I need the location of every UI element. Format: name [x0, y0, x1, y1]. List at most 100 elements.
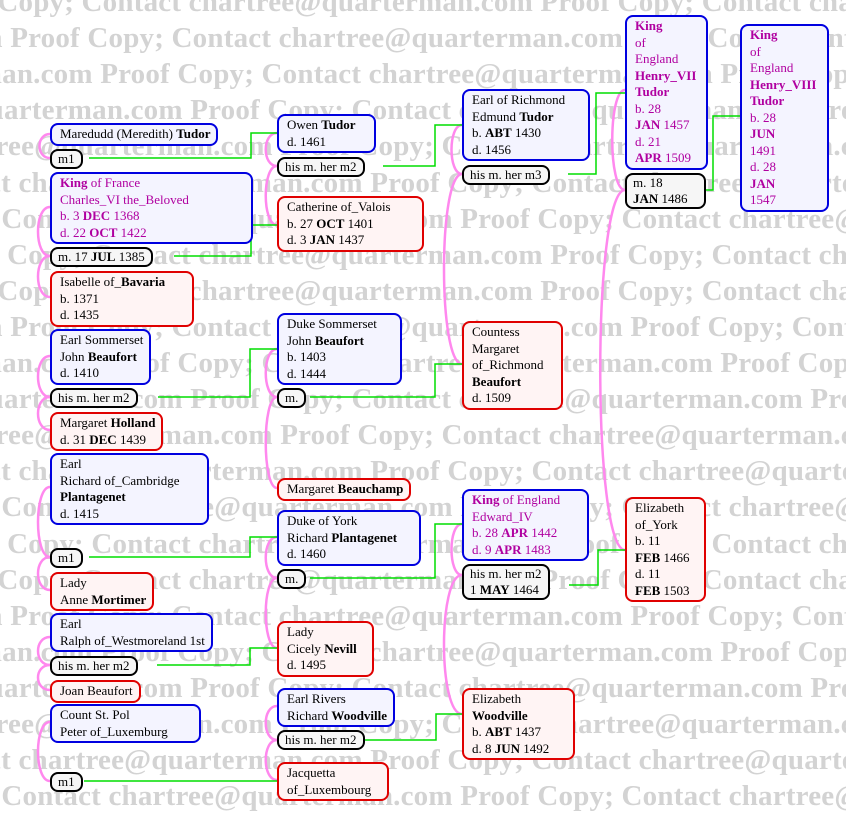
text-part: b. 28	[635, 100, 661, 116]
surname-or-keyword: Henry_VII	[635, 67, 697, 83]
text-part: Duke Sommerset	[287, 316, 377, 331]
person-elizabeth-york[interactable]: Elizabeth of_York b. 11 FEB 1466 d. 11 FEB 15…	[625, 497, 706, 602]
descent-link	[158, 348, 277, 398]
person-richard-cambridge[interactable]: Earl Richard of_Cambridge Plantagenet d. 14…	[50, 453, 209, 525]
text-part: Cicely	[287, 640, 325, 656]
text-part: 1466	[660, 549, 690, 565]
box-text-line: Owen Tudor	[287, 117, 368, 134]
text-part: Charles_VI the_Beloved	[60, 191, 189, 207]
box-text-line: b. 3 DEC 1368	[60, 208, 245, 225]
marriage-edward-elizabeth[interactable]: his m. her m2 1 MAY 1464	[462, 564, 550, 600]
box-text-line: Tudor	[635, 84, 700, 101]
surname-or-keyword: APR	[494, 541, 522, 557]
text-part: d. 1415	[60, 505, 99, 521]
box-text-line: d. 1410	[60, 365, 143, 382]
person-margaret-beaufort[interactable]: Countess Margaret of_Richmond Beaufort d. 15…	[462, 321, 563, 410]
box-text-line: Henry_VIII	[750, 77, 821, 94]
person-joan-beaufort[interactable]: Joan Beaufort	[50, 680, 141, 703]
text-part: d. 31	[60, 431, 90, 447]
surname-or-keyword: Beaufort	[314, 332, 364, 348]
person-edmund-tudor[interactable]: Earl of Richmond Edmund Tudor b. ABT 1430 d…	[462, 89, 590, 161]
person-henry-vii[interactable]: King of England Henry_VII Tudor b. 28 JAN 1457…	[625, 15, 708, 170]
marriage-beaufort-holland[interactable]: his m. her m2	[50, 388, 138, 408]
box-text-line: d. 11	[635, 566, 698, 583]
marriage-henry-elizabeth[interactable]: m. 18 JAN 1486	[625, 173, 706, 209]
text-part: d. 1460	[287, 546, 326, 561]
text-part: Margaret	[287, 481, 338, 496]
box-text-line: d. 3 JAN 1437	[287, 232, 416, 249]
text-part: Lady	[287, 624, 314, 639]
descent-link	[383, 124, 462, 167]
text-part: b. 1403	[287, 349, 326, 364]
person-owen-tudor[interactable]: Owen Tudor d. 1461	[277, 114, 376, 153]
surname-or-keyword: King	[635, 18, 663, 33]
box-text-line: Charles_VI the_Beloved	[60, 192, 245, 209]
spouse-link	[611, 88, 626, 192]
spouse-link	[442, 172, 463, 366]
person-margaret-beauchamp[interactable]: Margaret Beauchamp	[277, 478, 412, 501]
box-text-line: d. 1444	[287, 366, 394, 383]
text-part: b. 28	[750, 109, 776, 125]
text-part: Edmund	[472, 108, 520, 124]
box-text-line: Anne Mortimer	[60, 592, 146, 609]
marriage-owen-catherine[interactable]: his m. her m2	[277, 157, 365, 177]
person-elizabeth-woodville[interactable]: Elizabeth Woodville b. ABT 1437 d. 8 JUN 14…	[462, 688, 575, 760]
text-part: b. 3	[60, 208, 83, 223]
box-text-line: Earl Rivers	[287, 691, 387, 708]
surname-or-keyword: Tudor	[176, 126, 211, 141]
surname-or-keyword: King	[472, 492, 500, 507]
text-part: England	[750, 60, 794, 75]
marriage-ralph-joan[interactable]: his m. her m2	[50, 656, 138, 676]
surname-or-keyword: MAY	[479, 582, 510, 597]
text-part: m. 18	[633, 175, 663, 190]
surname-or-keyword: Tudor	[519, 108, 554, 124]
text-part: d. 1495	[287, 657, 326, 672]
box-text-line: King	[750, 27, 821, 44]
marriage-charles-isabelle[interactable]: m. 17 JUL 1385	[50, 247, 153, 267]
text-part: Count St. Pol	[60, 707, 130, 722]
marriage-woodville-jacquetta[interactable]: his m. her m2	[277, 730, 365, 750]
surname-or-keyword: DEC	[82, 208, 111, 223]
text-part: b.	[472, 724, 485, 739]
marriage-maredudd[interactable]: m1	[50, 149, 83, 169]
text-part: d. 3	[287, 232, 310, 247]
person-john-beaufort-earl[interactable]: Earl Sommerset John Beaufort d. 1410	[50, 329, 152, 385]
person-isabelle-bavaria[interactable]: Isabelle of_Bavaria b. 1371 d. 1435	[50, 271, 194, 327]
surname-or-keyword: DEC	[89, 431, 117, 447]
surname-or-keyword: Henry_VIII	[750, 76, 817, 92]
person-john-beaufort-duke[interactable]: Duke Sommerset John Beaufort b. 1403 d. 144…	[277, 313, 402, 385]
person-jacquetta-luxembourg[interactable]: Jacquetta of_Luxembourg	[277, 762, 389, 801]
person-edward-iv[interactable]: King of England Edward_IV b. 28 APR 1442 d.…	[462, 489, 589, 561]
marriage-duke-beaufort[interactable]: m.	[277, 388, 307, 408]
text-part: d. 28	[750, 159, 776, 174]
text-part: of France	[87, 175, 141, 190]
spouse-link	[264, 704, 278, 742]
person-ralph-westmoreland[interactable]: Earl Ralph of_Westmoreland 1st	[50, 613, 213, 652]
marriage-york-nevill[interactable]: m.	[277, 569, 307, 589]
person-maredudd-tudor[interactable]: Maredudd (Meredith) Tudor	[50, 123, 219, 146]
text-part: Maredudd (Meredith)	[60, 126, 177, 141]
marriage-cambridge-mortimer[interactable]: m1	[50, 548, 83, 568]
person-richard-woodville[interactable]: Earl Rivers Richard Woodville	[277, 688, 396, 727]
person-anne-mortimer[interactable]: Lady Anne Mortimer	[50, 572, 155, 611]
person-charles-vi[interactable]: King of France Charles_VI the_Beloved b. 3…	[50, 172, 253, 244]
text-part: Richard	[287, 707, 332, 723]
marriage-edmund-margaret[interactable]: his m. her m3	[462, 165, 550, 185]
surname-or-keyword: King	[750, 27, 778, 42]
text-part: of_York	[635, 516, 678, 532]
text-part: 1437	[511, 724, 541, 739]
box-text-line: King of France	[60, 175, 245, 192]
box-text-line: Edward_IV	[472, 509, 581, 526]
person-catherine-valois[interactable]: Catherine of_Valois b. 27 OCT 1401 d. 3 JA…	[277, 196, 424, 252]
person-henry-viii[interactable]: King of England Henry_VIII Tudor b. 28 JUN 1491…	[740, 24, 829, 212]
person-richard-york[interactable]: Duke of York Richard Plantagenet d. 1460	[277, 510, 421, 566]
spouse-link	[264, 164, 278, 227]
box-text-line: King of England	[472, 492, 581, 509]
text-part: 1430	[511, 125, 541, 140]
surname-or-keyword: JAN	[309, 232, 336, 247]
spouse-link	[599, 188, 626, 552]
person-cicely-nevill[interactable]: Lady Cicely Nevill d. 1495	[277, 621, 374, 677]
marriage-peter[interactable]: m1	[50, 772, 83, 792]
person-peter-luxemburg[interactable]: Count St. Pol Peter of_Luxemburg	[50, 704, 201, 743]
person-margaret-holland[interactable]: Margaret Holland d. 31 DEC 1439	[50, 412, 164, 451]
